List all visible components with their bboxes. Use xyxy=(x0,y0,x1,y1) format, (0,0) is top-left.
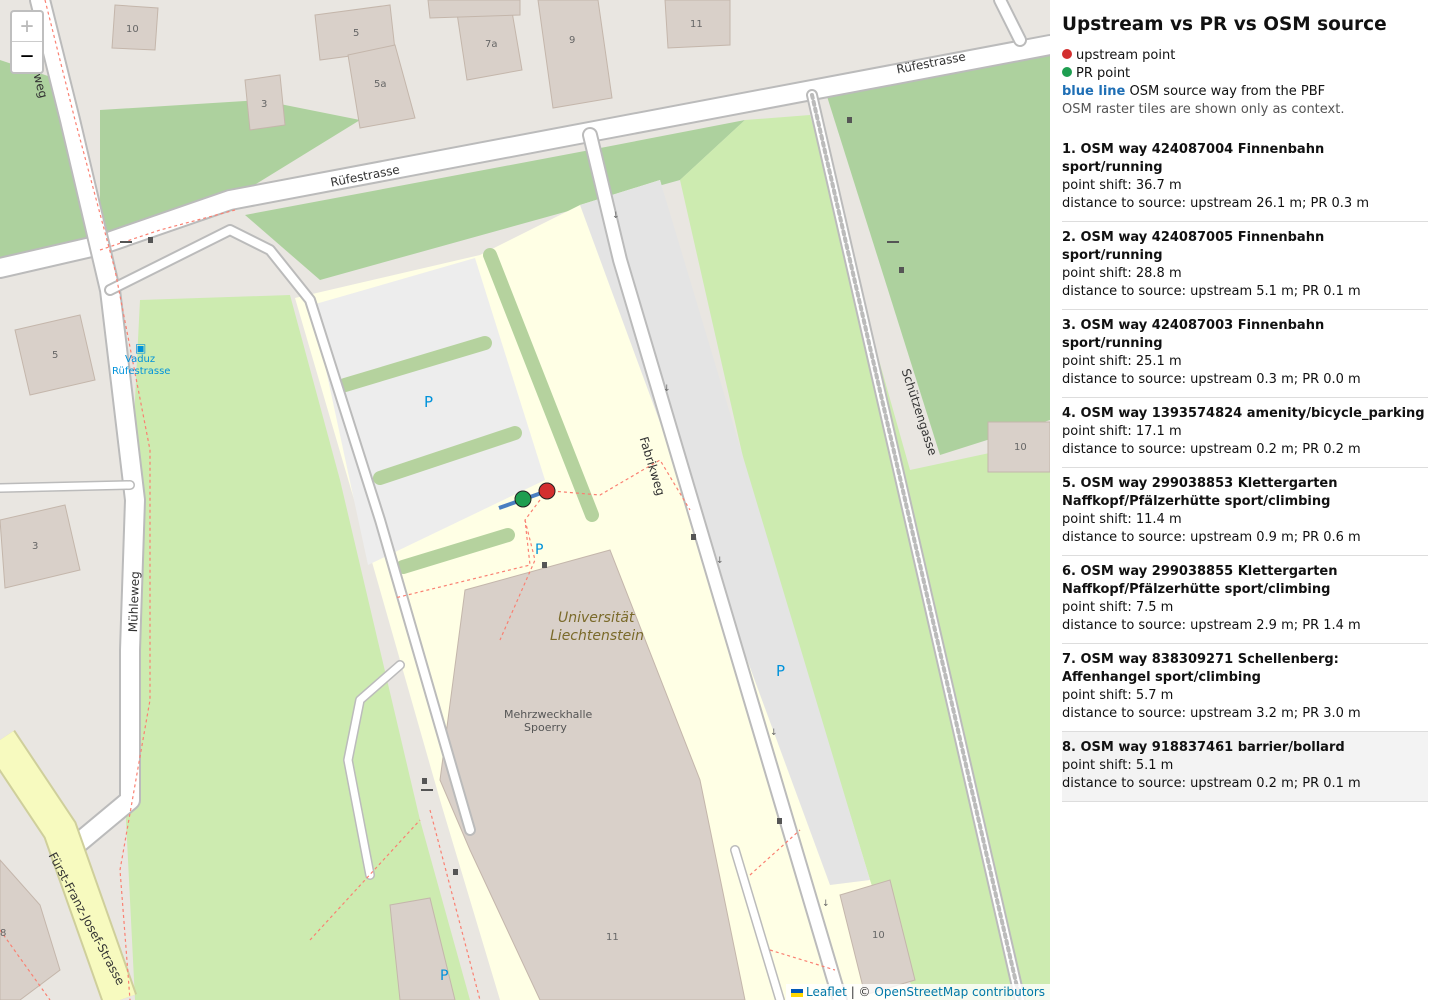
zoom-out-button[interactable]: − xyxy=(12,42,42,72)
item-distance: distance to source: upstream 0.2 m; PR 0… xyxy=(1062,442,1361,457)
legend-note: OSM raster tiles are shown only as conte… xyxy=(1062,102,1345,117)
house-number: 3 xyxy=(261,99,268,110)
item-distance: distance to source: upstream 2.9 m; PR 1… xyxy=(1062,618,1361,633)
legend-pr: PR point xyxy=(1062,65,1428,83)
list-item[interactable]: 5. OSM way 299038853 Klettergarten Naffk… xyxy=(1062,468,1428,556)
legend-blue-line: blue line OSM source way from the PBF xyxy=(1062,83,1428,101)
item-title: 3. OSM way 424087003 Finnenbahn sport/ru… xyxy=(1062,318,1325,351)
item-distance: distance to source: upstream 26.1 m; PR … xyxy=(1062,196,1369,211)
house-number: 11 xyxy=(690,19,703,30)
panel-title: Upstream vs PR vs OSM source xyxy=(1062,14,1387,35)
red-dot-icon xyxy=(1062,49,1072,59)
street-label: Rüfestrasse xyxy=(329,162,401,190)
zoom-in-button[interactable]: + xyxy=(12,12,42,42)
item-title: 2. OSM way 424087005 Finnenbahn sport/ru… xyxy=(1062,230,1325,263)
house-number: 8 xyxy=(0,928,7,939)
bus-stop-label: Rüfestrasse xyxy=(112,366,171,377)
list-item[interactable]: 4. OSM way 1393574824 amenity/bicycle_pa… xyxy=(1062,398,1428,468)
street-label: weg xyxy=(30,72,51,100)
item-distance: distance to source: upstream 0.3 m; PR 0… xyxy=(1062,372,1361,387)
item-title: 5. OSM way 299038853 Klettergarten Naffk… xyxy=(1062,476,1338,509)
item-title: 7. OSM way 838309271 Schellenberg: Affen… xyxy=(1062,652,1339,685)
list-item[interactable]: 3. OSM way 424087003 Finnenbahn sport/ru… xyxy=(1062,310,1428,398)
osm-link[interactable]: OpenStreetMap contributors xyxy=(874,985,1045,999)
legend-blue-label: blue line xyxy=(1062,84,1126,99)
info-panel: Upstream vs PR vs OSM source upstream po… xyxy=(1050,0,1440,1000)
green-dot-icon xyxy=(1062,67,1072,77)
item-distance: distance to source: upstream 0.9 m; PR 0… xyxy=(1062,530,1361,545)
house-number: 5 xyxy=(353,28,360,39)
building-label: Mehrzweckhalle xyxy=(504,708,593,721)
item-shift: point shift: 5.7 m xyxy=(1062,688,1174,703)
house-number: 10 xyxy=(126,24,139,35)
house-number: 10 xyxy=(872,930,885,941)
item-shift: point shift: 17.1 m xyxy=(1062,424,1182,439)
house-number: 11 xyxy=(606,932,619,943)
street-label: Fabrikweg xyxy=(636,435,668,498)
parking-label: P xyxy=(424,393,434,411)
house-number: 7a xyxy=(485,39,498,50)
parking-label: P xyxy=(776,662,786,680)
ukraine-flag-icon xyxy=(791,988,804,997)
item-title: 1. OSM way 424087004 Finnenbahn sport/ru… xyxy=(1062,142,1325,175)
street-label: Fürst-Franz-Josef-Strasse xyxy=(45,850,128,988)
item-distance: distance to source: upstream 3.2 m; PR 3… xyxy=(1062,706,1361,721)
item-title: 6. OSM way 299038855 Klettergarten Naffk… xyxy=(1062,564,1338,597)
list-item[interactable]: 7. OSM way 838309271 Schellenberg: Affen… xyxy=(1062,644,1428,732)
legend-pr-label: PR point xyxy=(1076,66,1131,81)
legend-blue-desc: OSM source way from the PBF xyxy=(1125,84,1326,99)
leaflet-link[interactable]: Leaflet xyxy=(806,985,847,999)
house-number: 3 xyxy=(32,541,39,552)
result-list: 1. OSM way 424087004 Finnenbahn sport/ru… xyxy=(1062,141,1428,802)
place-label: Universität xyxy=(558,610,635,626)
list-item[interactable]: 6. OSM way 299038855 Klettergarten Naffk… xyxy=(1062,556,1428,644)
street-label: Rüfestrasse xyxy=(895,49,967,77)
legend-upstream-label: upstream point xyxy=(1076,48,1176,63)
item-title: 4. OSM way 1393574824 amenity/bicycle_pa… xyxy=(1062,406,1425,421)
house-number: 9 xyxy=(569,35,576,46)
building-label: Spoerry xyxy=(524,721,567,734)
street-label: Mühleweg xyxy=(126,570,143,633)
list-item[interactable]: 1. OSM way 424087004 Finnenbahn sport/ru… xyxy=(1062,141,1428,222)
item-shift: point shift: 7.5 m xyxy=(1062,600,1174,615)
bus-stop-label: Vaduz xyxy=(125,354,156,365)
place-label: Liechtenstein xyxy=(550,628,645,644)
item-distance: distance to source: upstream 5.1 m; PR 0… xyxy=(1062,284,1361,299)
zoom-control: + − xyxy=(10,10,44,74)
map-labels: Rüfestrasse Rüfestrasse Fabrikweg Schütz… xyxy=(0,0,1050,1000)
map-attribution: Leaflet | © OpenStreetMap contributors xyxy=(786,984,1050,1000)
list-item[interactable]: 8. OSM way 918837461 barrier/bollard poi… xyxy=(1062,732,1428,802)
list-item[interactable]: 2. OSM way 424087005 Finnenbahn sport/ru… xyxy=(1062,222,1428,310)
item-shift: point shift: 36.7 m xyxy=(1062,178,1182,193)
item-title: 8. OSM way 918837461 barrier/bollard xyxy=(1062,740,1345,755)
legend-upstream: upstream point xyxy=(1062,47,1428,65)
house-number: 5 xyxy=(52,350,59,361)
street-label: Schützengasse xyxy=(898,367,940,458)
house-number: 10 xyxy=(1014,442,1027,453)
item-shift: point shift: 11.4 m xyxy=(1062,512,1182,527)
item-shift: point shift: 25.1 m xyxy=(1062,354,1182,369)
map-view[interactable]: ▣ P P ↓ ↓ ↓ ↓ ↓ Rüfestrasse Rüfestrasse … xyxy=(0,0,1050,1000)
item-distance: distance to source: upstream 0.2 m; PR 0… xyxy=(1062,776,1361,791)
house-number: 5a xyxy=(374,79,387,90)
item-shift: point shift: 5.1 m xyxy=(1062,758,1174,773)
attribution-separator: | © xyxy=(846,985,875,999)
item-shift: point shift: 28.8 m xyxy=(1062,266,1182,281)
